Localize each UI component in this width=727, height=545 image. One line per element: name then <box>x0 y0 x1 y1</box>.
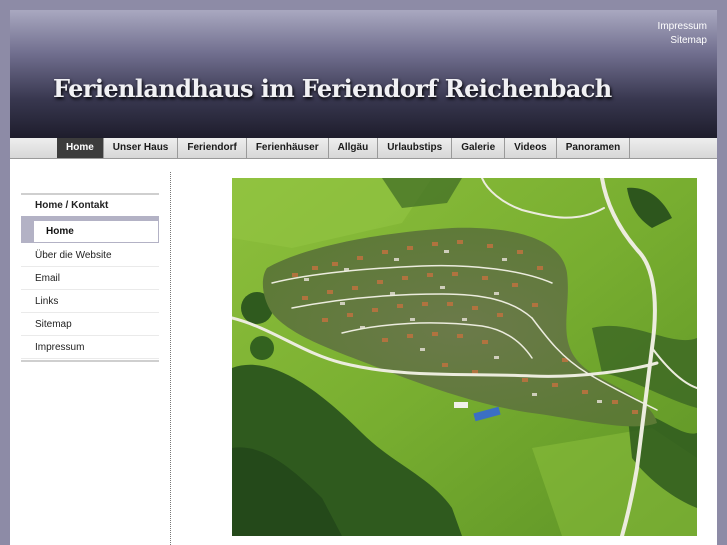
aerial-view-village-icon <box>232 178 697 536</box>
nav-allgaeu[interactable]: Allgäu <box>329 138 379 158</box>
sidebar-item-home[interactable]: Home <box>34 221 158 242</box>
sidebar-item-links[interactable]: Links <box>21 290 159 313</box>
nav-galerie[interactable]: Galerie <box>452 138 506 158</box>
content-divider <box>170 172 171 545</box>
sidebar-item-impressum[interactable]: Impressum <box>21 336 159 359</box>
impressum-link[interactable]: Impressum <box>658 20 707 34</box>
nav-feriendorf[interactable]: Feriendorf <box>178 138 247 158</box>
sidebar-item-email[interactable]: Email <box>21 267 159 290</box>
nav-urlaubstips[interactable]: Urlaubstips <box>378 138 453 158</box>
sidebar-heading[interactable]: Home / Kontakt <box>21 193 159 216</box>
sidebar-item-ueber-die-website[interactable]: Über die Website <box>21 244 159 267</box>
nav-home[interactable]: Home <box>57 138 104 158</box>
sidebar-bottom-rule <box>21 360 159 362</box>
sidebar: Home / Kontakt Home Über die Website Ema… <box>21 193 159 362</box>
nav-panoramen[interactable]: Panoramen <box>557 138 631 158</box>
site-header: Impressum Sitemap Ferienlandhaus im Feri… <box>10 10 717 138</box>
top-nav: Impressum Sitemap <box>658 20 707 48</box>
main-nav: Home Unser Haus Feriendorf Ferienhäuser … <box>10 138 717 159</box>
site-title: Ferienlandhaus im Feriendorf Reichenbach <box>53 74 612 103</box>
page: Impressum Sitemap Ferienlandhaus im Feri… <box>10 10 717 545</box>
sidebar-item-sitemap[interactable]: Sitemap <box>21 313 159 336</box>
nav-videos[interactable]: Videos <box>505 138 557 158</box>
nav-ferienhaeuser[interactable]: Ferienhäuser <box>247 138 329 158</box>
sitemap-link[interactable]: Sitemap <box>658 34 707 48</box>
nav-unser-haus[interactable]: Unser Haus <box>104 138 179 158</box>
sidebar-active-container: Home <box>21 216 159 243</box>
